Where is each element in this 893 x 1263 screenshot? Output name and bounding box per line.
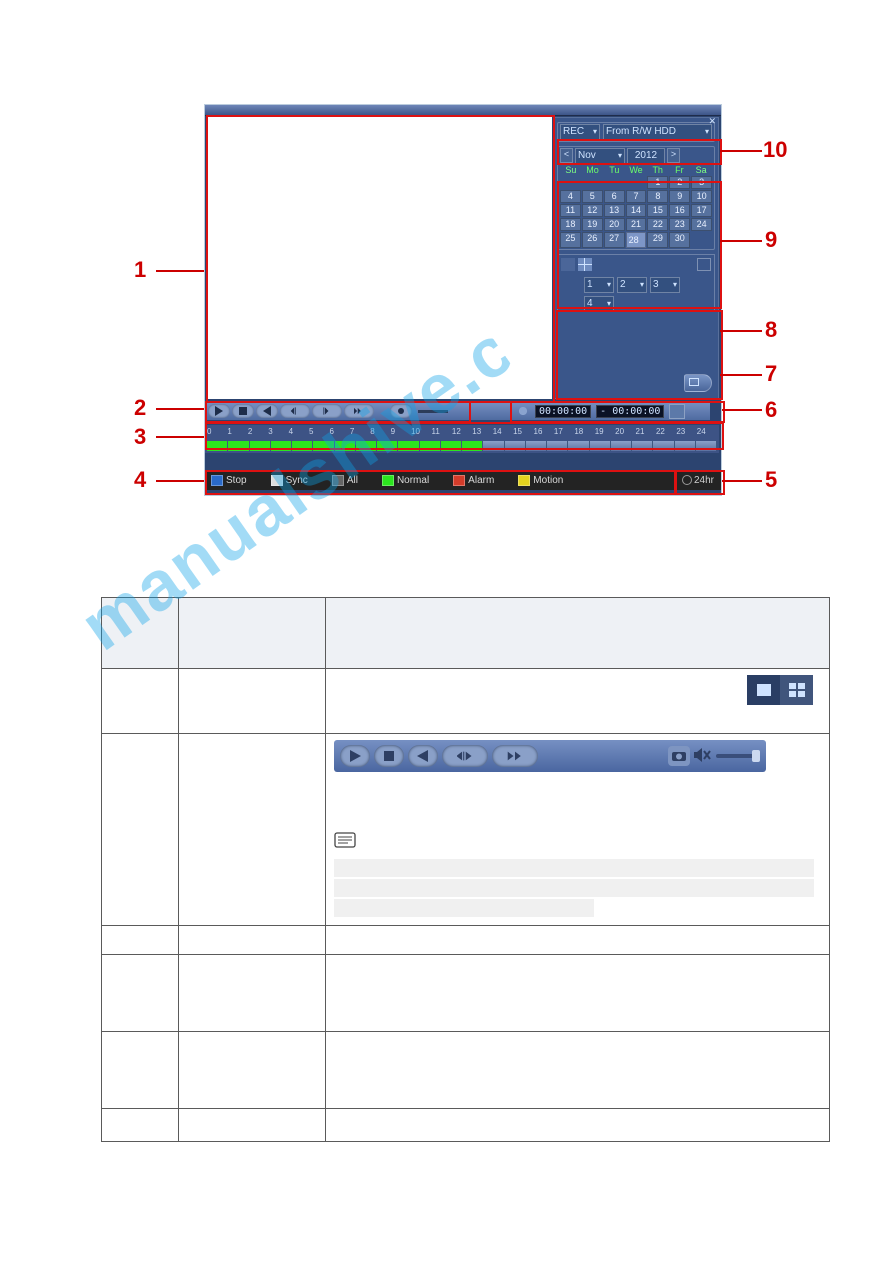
view-switch-icon <box>747 675 813 705</box>
quad-view-icon[interactable] <box>780 675 813 705</box>
leader-4 <box>156 480 204 482</box>
cell-func <box>179 1109 326 1142</box>
stop-button[interactable] <box>374 745 404 767</box>
cell-desc <box>326 669 830 734</box>
leader-9 <box>720 240 762 242</box>
cell-desc <box>326 1109 830 1142</box>
calendar-dow: SuMoTuWeThFrSa <box>560 165 712 175</box>
callout-3: 3 <box>134 424 146 450</box>
callout-box-4 <box>205 470 676 495</box>
device-label: From R/W HDD <box>606 125 676 139</box>
callout-5: 5 <box>765 467 777 493</box>
header-func <box>179 598 326 669</box>
reverse-button[interactable] <box>408 745 438 767</box>
table-row <box>102 926 830 955</box>
callout-box-7-8 <box>556 310 723 400</box>
callout-box-2 <box>205 401 471 423</box>
callout-7: 7 <box>765 361 777 387</box>
leader-6 <box>722 409 762 411</box>
cell-func <box>179 669 326 734</box>
description-table <box>101 597 830 1142</box>
table-row <box>102 734 830 926</box>
slow-fast-button[interactable] <box>492 745 538 767</box>
rec-type-select[interactable]: REC ▾ <box>560 124 600 140</box>
callout-10: 10 <box>763 137 787 163</box>
callout-box-10 <box>557 139 722 165</box>
cell-no <box>102 1032 179 1109</box>
table-row <box>102 1032 830 1109</box>
mute-icon[interactable] <box>694 748 712 765</box>
single-view-icon[interactable] <box>747 675 780 705</box>
cell-func <box>179 734 326 926</box>
device-select[interactable]: From R/W HDD ▾ <box>603 124 712 140</box>
callout-6: 6 <box>765 397 777 423</box>
frame-back-button[interactable] <box>442 745 488 767</box>
note-icon <box>334 832 356 850</box>
callout-box-9 <box>557 181 722 309</box>
cell-desc <box>326 955 830 1032</box>
table-row <box>102 955 830 1032</box>
cell-desc <box>326 734 830 926</box>
callout-box-5 <box>675 470 725 495</box>
table-row <box>102 669 830 734</box>
cell-no <box>102 669 179 734</box>
callout-2: 2 <box>134 395 146 421</box>
chevron-down-icon: ▾ <box>705 125 709 139</box>
table-row <box>102 1109 830 1142</box>
cell-func <box>179 955 326 1032</box>
close-icon[interactable]: ✕ <box>708 116 716 127</box>
header-desc <box>326 598 830 669</box>
cell-desc <box>326 1032 830 1109</box>
callout-8: 8 <box>765 317 777 343</box>
cell-no <box>102 1109 179 1142</box>
cell-func <box>179 1032 326 1109</box>
cell-func <box>179 926 326 955</box>
callout-box-1 <box>206 115 555 403</box>
cell-no <box>102 734 179 926</box>
snapshot-button[interactable] <box>668 746 690 766</box>
callout-box-6 <box>510 401 725 423</box>
rec-type-label: REC <box>563 125 584 139</box>
chevron-down-icon: ▾ <box>593 125 597 139</box>
leader-5 <box>722 480 762 482</box>
cell-no <box>102 926 179 955</box>
leader-7 <box>720 374 762 376</box>
volume-slider[interactable] <box>716 754 760 758</box>
callout-9: 9 <box>765 227 777 253</box>
cell-desc <box>326 926 830 955</box>
leader-1 <box>156 270 204 272</box>
cell-no <box>102 955 179 1032</box>
leader-3 <box>156 436 204 438</box>
embedded-control-bar <box>334 740 766 772</box>
callout-box-3 <box>205 422 724 450</box>
callout-1: 1 <box>134 257 146 283</box>
leader-2 <box>156 408 204 410</box>
leader-8 <box>720 330 762 332</box>
play-button[interactable] <box>340 745 370 767</box>
header-no <box>102 598 179 669</box>
callout-4: 4 <box>134 467 146 493</box>
leader-10 <box>720 150 762 152</box>
